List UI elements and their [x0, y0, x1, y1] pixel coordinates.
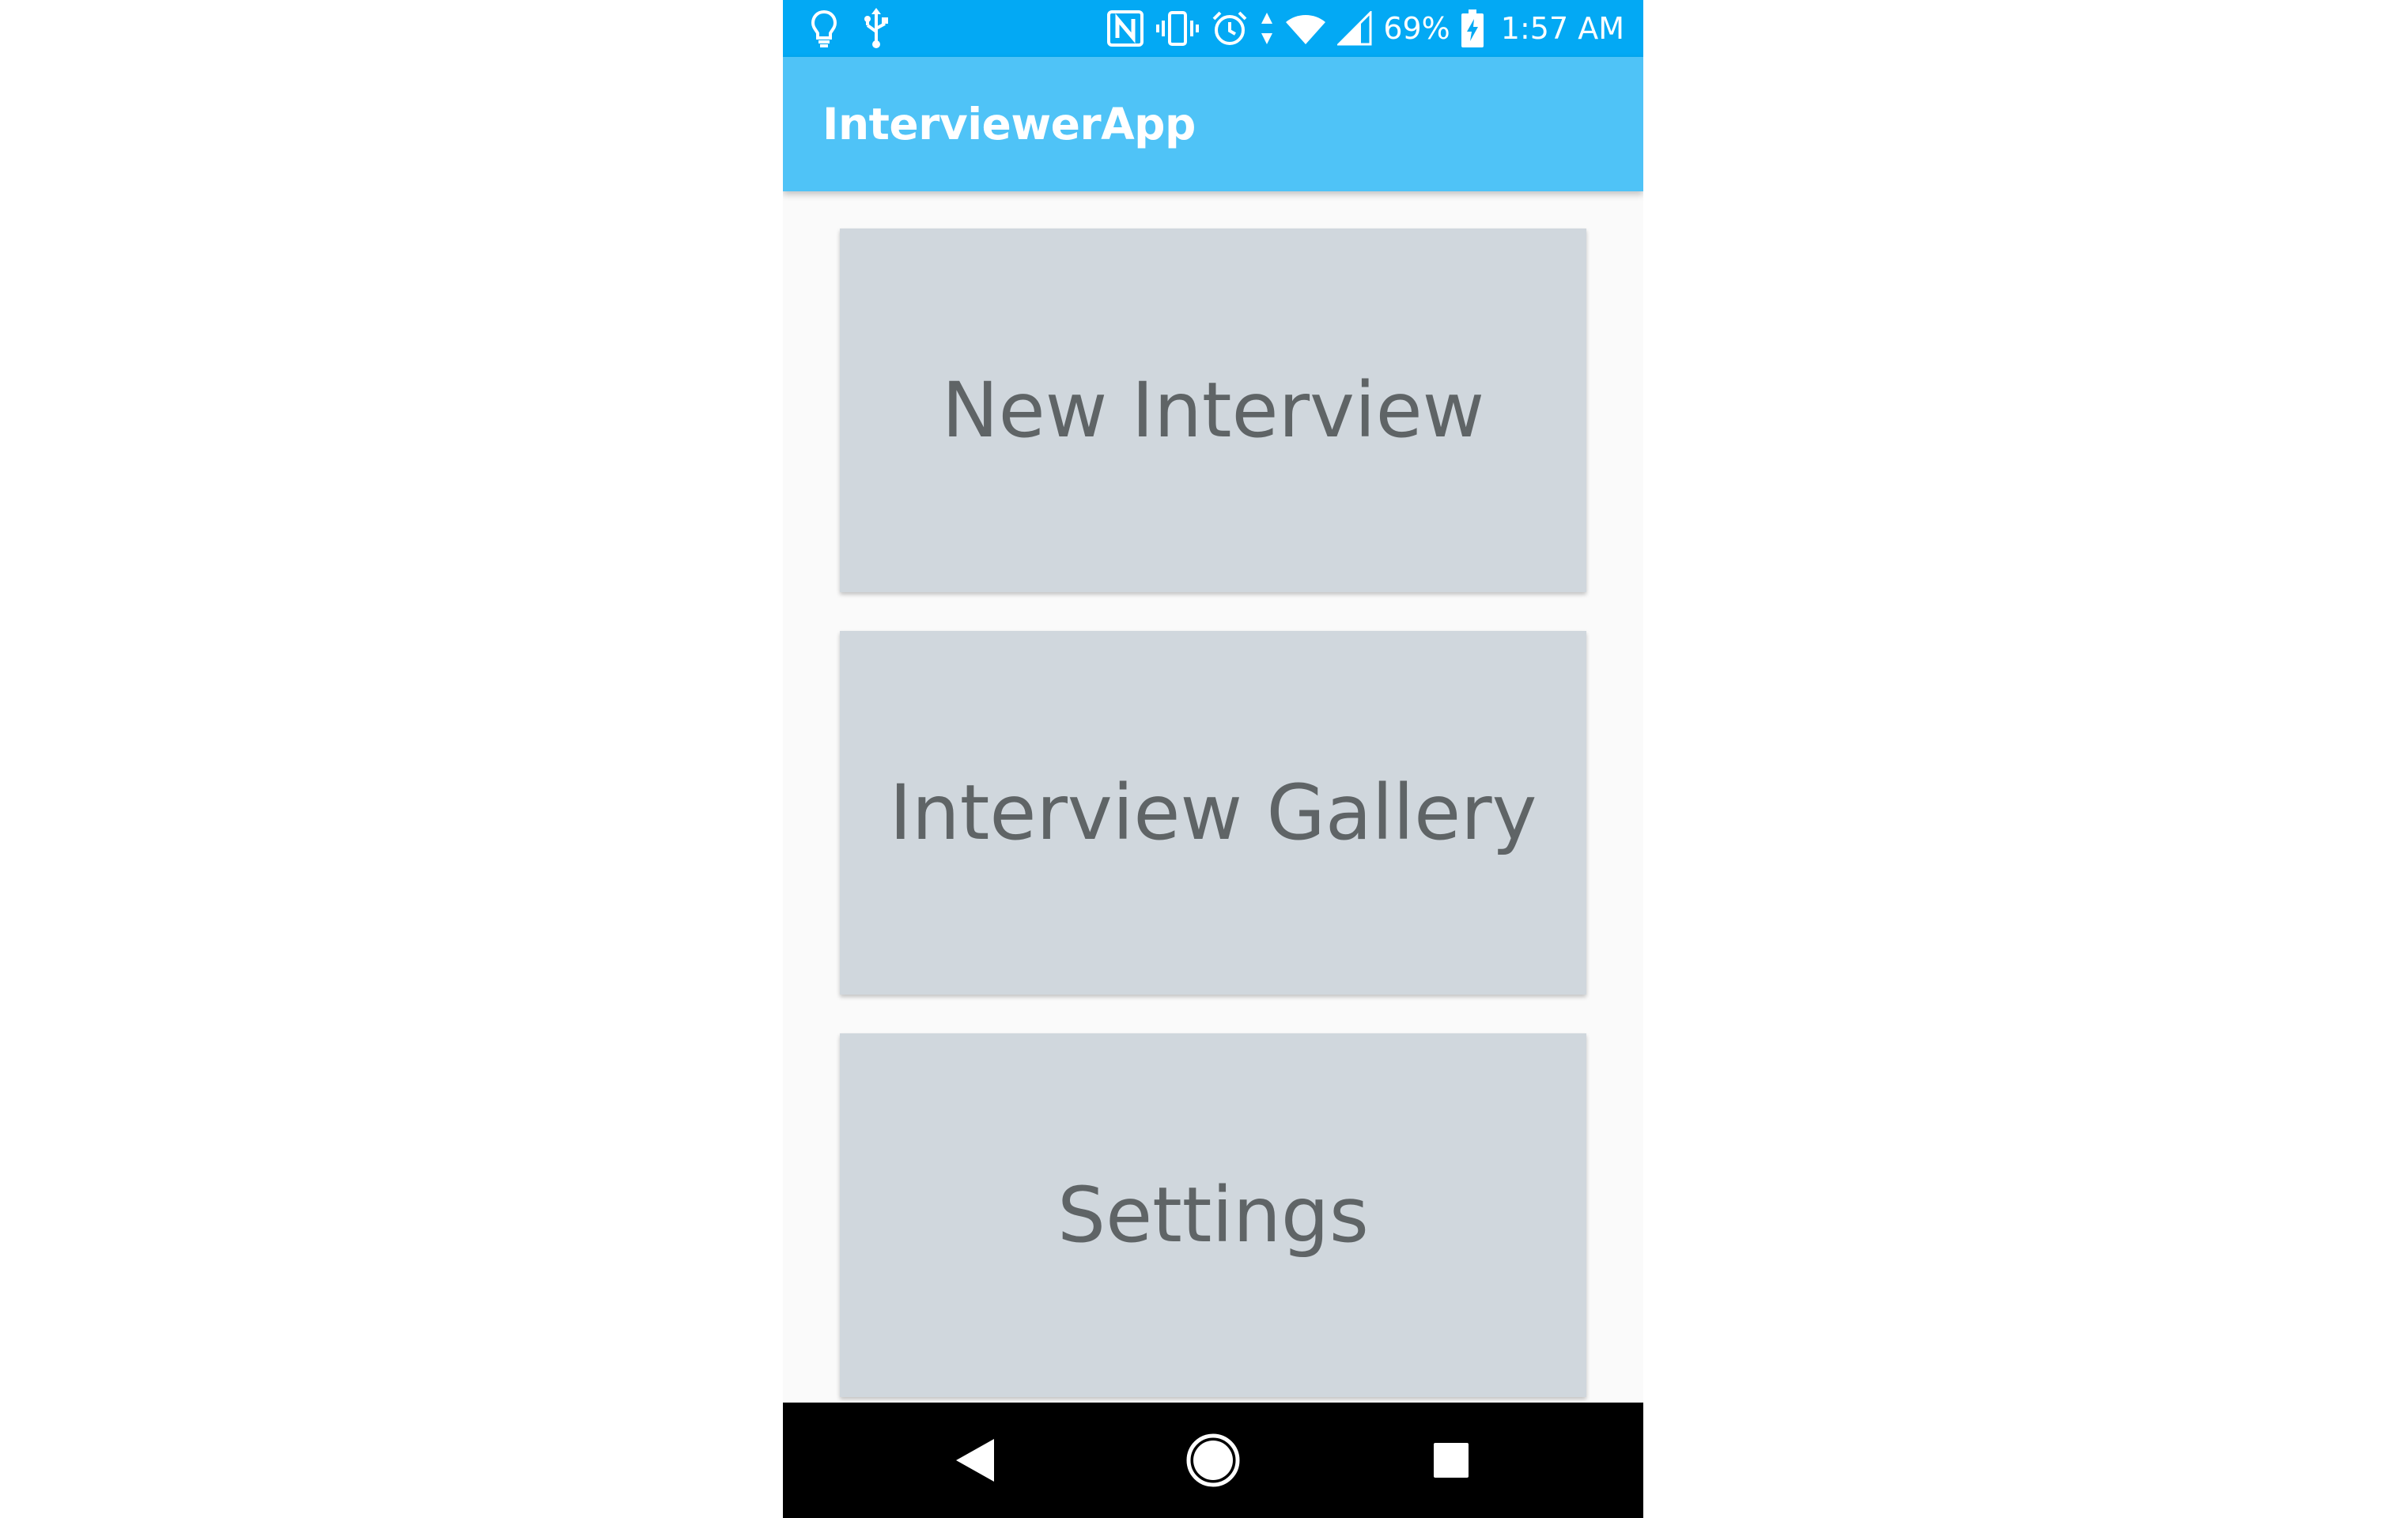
usb-icon	[864, 8, 888, 48]
settings-button[interactable]: Settings	[840, 1033, 1586, 1397]
lightbulb-icon	[811, 9, 837, 47]
nfc-icon	[1107, 10, 1144, 47]
recents-icon	[1434, 1443, 1469, 1478]
back-button[interactable]	[916, 1403, 1034, 1518]
battery-percent: 69%	[1383, 11, 1450, 46]
data-arrows-icon	[1261, 13, 1273, 44]
status-time: 1:57 AM	[1500, 11, 1624, 46]
status-bar-left	[810, 6, 890, 51]
home-button[interactable]	[1154, 1403, 1272, 1518]
battery-charging-icon	[1461, 9, 1484, 47]
navigation-bar	[783, 1403, 1643, 1518]
app-title: InterviewerApp	[822, 99, 1196, 149]
recents-button[interactable]	[1392, 1403, 1510, 1518]
alarm-icon	[1212, 11, 1247, 45]
vibrate-icon	[1156, 11, 1200, 46]
cell-signal-icon	[1337, 11, 1372, 46]
phone-screen: 69% 1:57 AM InterviewerApp New Interview…	[783, 0, 1643, 1518]
back-icon	[956, 1439, 994, 1482]
status-bar: 69% 1:57 AM	[783, 0, 1643, 57]
interview-gallery-button[interactable]: Interview Gallery	[840, 631, 1586, 995]
wifi-icon	[1286, 15, 1326, 44]
app-bar: InterviewerApp	[783, 57, 1643, 191]
new-interview-button[interactable]: New Interview	[840, 228, 1586, 592]
home-icon	[1186, 1433, 1240, 1487]
main-menu: New Interview Interview Gallery Settings	[783, 191, 1643, 1414]
status-bar-right: 69% 1:57 AM	[1106, 6, 1624, 51]
